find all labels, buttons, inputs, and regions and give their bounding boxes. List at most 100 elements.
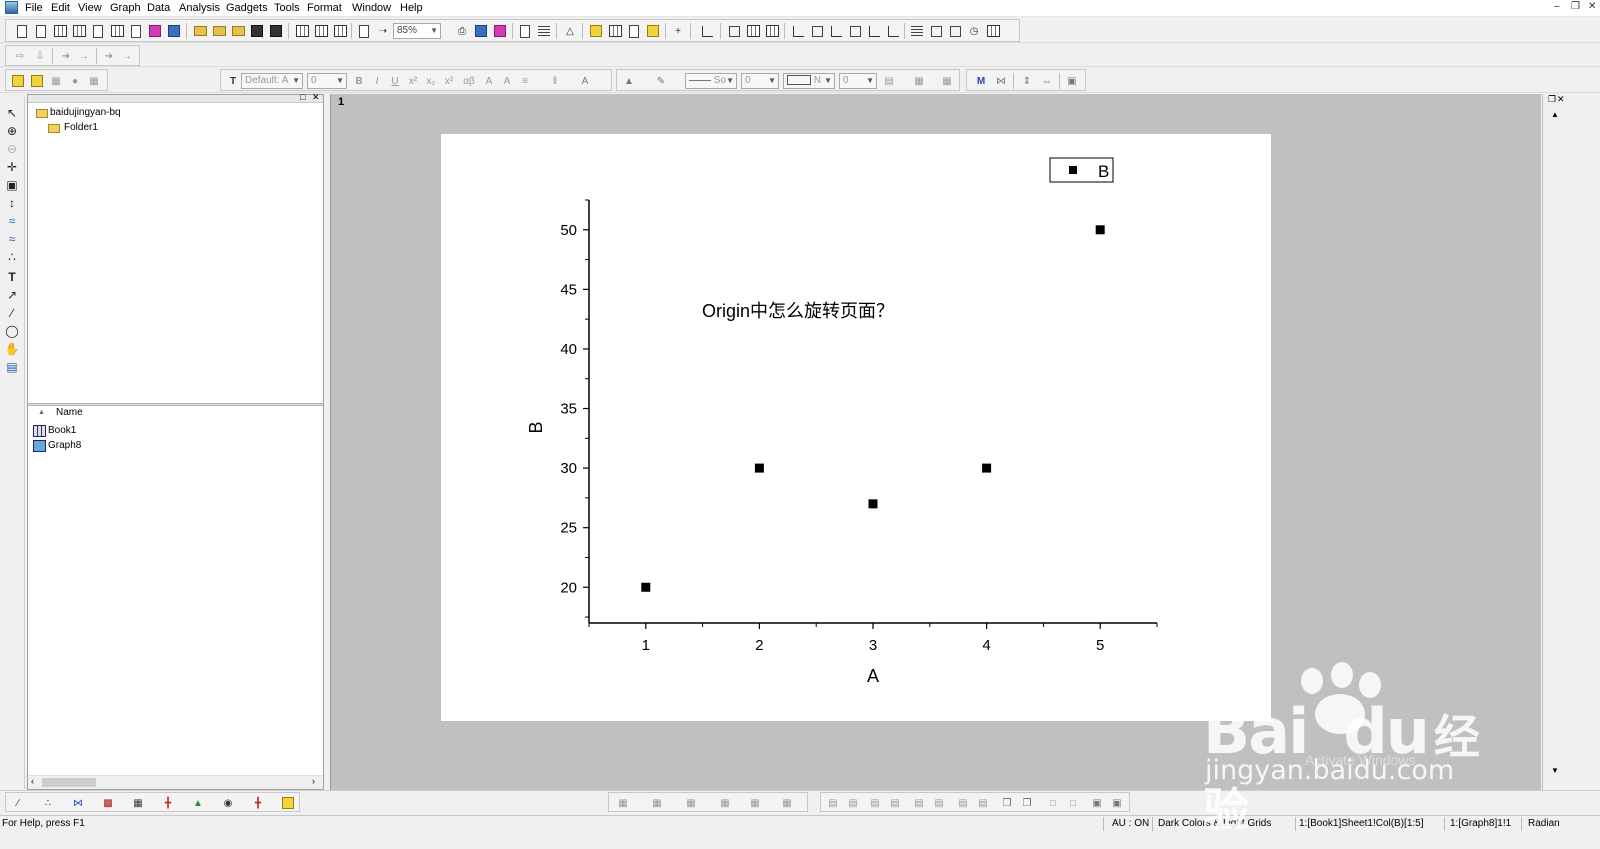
arrow-stop-icon[interactable]: → (76, 48, 92, 64)
polar-plot-icon[interactable]: ◉ (220, 795, 236, 811)
fill-value-combo[interactable]: 0 ▼ (839, 73, 877, 89)
restore-icon[interactable]: ❐ (1571, 1, 1580, 12)
new-function-icon[interactable] (128, 23, 144, 39)
import-multiple-ascii-icon[interactable] (332, 23, 348, 39)
increase-font-icon[interactable]: A (481, 73, 497, 89)
subscript-icon[interactable]: x₂ (423, 73, 439, 89)
ungroup-objects-icon[interactable]: □ (1065, 795, 1081, 811)
data-reader-icon[interactable]: ↕ (4, 195, 20, 211)
timestamp-icon[interactable]: ◷ (966, 23, 982, 39)
smart-hint-icon[interactable] (645, 23, 661, 39)
new-folder-icon[interactable] (33, 23, 49, 39)
lock-icon[interactable]: ▣ (1064, 73, 1080, 89)
project-explorer-icon[interactable]: △ (562, 23, 578, 39)
save-project-icon[interactable] (249, 23, 265, 39)
scroll-left-icon[interactable]: ‹ (31, 776, 34, 786)
new-excel-icon[interactable] (71, 23, 87, 39)
same-height-icon[interactable]: ▤ (975, 795, 991, 811)
3d-surface-icon[interactable]: ▦ (683, 795, 699, 811)
supersubscript-icon[interactable]: x² (441, 73, 457, 89)
same-width-icon[interactable]: ▤ (955, 795, 971, 811)
data-selector-icon[interactable]: ▣ (4, 177, 20, 193)
line-width-combo[interactable]: 0 ▼ (741, 73, 779, 89)
zoom-in-icon[interactable]: ⊕ (4, 123, 20, 139)
pe-horizontal-scrollbar[interactable]: ‹ › (28, 775, 323, 789)
arrow-right-icon[interactable]: ➔ (58, 48, 74, 64)
refresh-icon[interactable] (473, 23, 489, 39)
menu-analysis[interactable]: Analysis (179, 2, 220, 14)
origin-app-icon[interactable] (5, 1, 18, 14)
align-bottom-icon[interactable]: ▤ (887, 795, 903, 811)
align-top-icon[interactable]: ▤ (867, 795, 883, 811)
pointer-end-icon[interactable]: → (119, 48, 135, 64)
bring-front-icon[interactable]: ❐ (999, 795, 1015, 811)
underline-icon[interactable]: U (387, 73, 403, 89)
new-project-icon[interactable] (14, 23, 30, 39)
open-icon[interactable] (192, 23, 208, 39)
import-wizard-icon[interactable] (294, 23, 310, 39)
batch-plot-icon[interactable]: ➝ (375, 23, 391, 39)
new-matrix-icon[interactable] (109, 23, 125, 39)
rescale-icon[interactable] (699, 23, 715, 39)
right-restore-icon[interactable]: ❐ (1548, 94, 1556, 105)
align-right-icon[interactable]: ▤ (845, 795, 861, 811)
layer-number[interactable]: 1 (338, 96, 344, 108)
draw-data-icon[interactable]: ≈ (4, 231, 20, 247)
script-window-icon[interactable] (588, 23, 604, 39)
line-color-icon[interactable]: ✎ (653, 73, 669, 89)
merge-graph-icon[interactable] (745, 23, 761, 39)
new-graph-icon[interactable] (90, 23, 106, 39)
scroll-thumb[interactable] (42, 778, 96, 787)
zoom-out-icon[interactable]: ⊖ (4, 141, 20, 157)
menu-data[interactable]: Data (147, 2, 170, 14)
arrange-layers-icon[interactable] (764, 23, 780, 39)
left-y-axis-icon[interactable] (828, 23, 844, 39)
align-vertical-icon[interactable]: ▤ (911, 795, 927, 811)
menu-window[interactable]: Window (352, 2, 391, 14)
align-horizontal-icon[interactable]: ▤ (931, 795, 947, 811)
open-template-icon[interactable] (211, 23, 227, 39)
window-item-book1[interactable]: Book1 (48, 425, 76, 436)
menu-help[interactable]: Help (400, 2, 423, 14)
new-layout-icon[interactable] (147, 23, 163, 39)
inset-data-icon[interactable] (885, 23, 901, 39)
print-icon[interactable]: ⎙ (454, 23, 470, 39)
align-icon[interactable]: ≡ (517, 73, 533, 89)
scatter-select-icon[interactable]: ∴ (4, 249, 20, 265)
move-right-icon[interactable]: ⇨ (12, 48, 28, 64)
magic-wand-icon[interactable] (10, 73, 26, 89)
name-column-header[interactable]: Name (56, 407, 83, 418)
3d-rotate-icon[interactable]: ▦ (615, 795, 631, 811)
column-plot-icon[interactable]: ▩ (100, 795, 116, 811)
font-name-combo[interactable]: Default: A ▼ (241, 73, 303, 89)
minimize-icon[interactable]: – (1554, 1, 1560, 12)
group-objects-icon[interactable]: □ (1045, 795, 1061, 811)
decrease-font-icon[interactable]: A (499, 73, 515, 89)
pattern-icon[interactable]: ▤ (881, 73, 897, 89)
merge-icon[interactable]: M (973, 73, 989, 89)
text-tool-icon[interactable]: T (4, 269, 20, 285)
pointer-icon[interactable]: ↖ (4, 105, 20, 121)
close-icon[interactable]: ✕ (1588, 1, 1596, 12)
bold-icon[interactable]: B (351, 73, 367, 89)
root-folder-label[interactable]: baidujingyan-bq (50, 107, 121, 118)
scroll-up-icon[interactable]: ▲ (1551, 110, 1559, 119)
menu-view[interactable]: View (78, 2, 102, 14)
message-log-icon[interactable] (626, 23, 642, 39)
3d-plot-icon[interactable]: ▦ (130, 795, 146, 811)
fill-pattern-combo[interactable]: N ▼ (783, 73, 835, 89)
line-style-combo[interactable]: So ▼ (685, 73, 737, 89)
swap-icon[interactable]: ⋈ (993, 73, 1009, 89)
3d-contour-icon[interactable]: ▦ (779, 795, 795, 811)
new-notes-icon[interactable] (166, 23, 182, 39)
fill-color-icon[interactable]: ▲ (621, 73, 637, 89)
move-down-icon[interactable]: ⇩ (32, 48, 48, 64)
scroll-right-icon[interactable]: › (312, 776, 315, 786)
graph-page[interactable]: 1 2 3 4 5 20 25 30 35 40 45 50 A B Origin中怎么旋转页面？ B (441, 134, 1271, 721)
pen-icon[interactable] (29, 73, 45, 89)
stock-plot-icon[interactable]: ╋ (250, 795, 266, 811)
legend-icon[interactable] (928, 23, 944, 39)
pe-splitter[interactable] (28, 403, 323, 406)
pe-pin-icon[interactable]: □ (300, 92, 305, 102)
fit-page-icon[interactable]: ▣ (1089, 795, 1105, 811)
